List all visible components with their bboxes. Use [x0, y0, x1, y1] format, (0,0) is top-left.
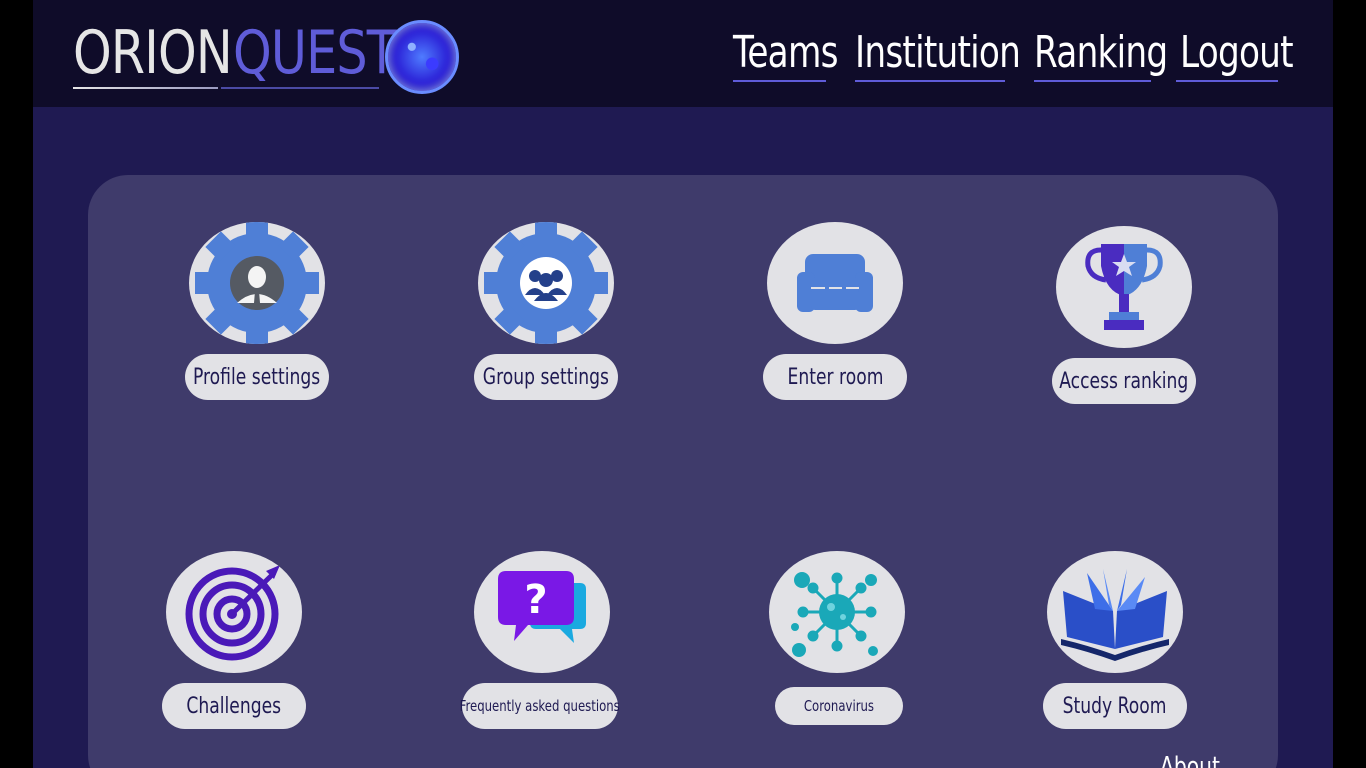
chat-question-icon[interactable]: ? — [474, 551, 610, 673]
access-ranking-button[interactable]: Access ranking — [1052, 358, 1196, 404]
trophy-icon[interactable] — [1056, 226, 1192, 348]
nav-underline — [1034, 80, 1151, 82]
dashboard-panel: Profile settings Group settings Enter ro… — [88, 175, 1278, 768]
brand-underline — [73, 87, 218, 89]
study-room-button[interactable]: Study Room — [1043, 683, 1187, 729]
tile-label: Access ranking — [1059, 368, 1189, 394]
challenges-button[interactable]: Challenges — [162, 683, 306, 729]
nav-link-logout[interactable]: Logout — [1180, 26, 1294, 80]
planet-orb-icon — [385, 20, 459, 94]
profile-gear-icon[interactable] — [189, 222, 325, 344]
sofa-icon[interactable] — [767, 222, 903, 344]
group-gear-icon[interactable] — [478, 222, 614, 344]
brand-word-orion: ORION — [73, 18, 233, 88]
enter-room-button[interactable]: Enter room — [763, 354, 907, 400]
nav-underline — [1176, 80, 1278, 82]
coronavirus-button[interactable]: Coronavirus — [775, 687, 903, 725]
nav-underline — [855, 80, 1005, 82]
top-navbar: ORION QUEST Teams Institution Ranking Lo… — [33, 0, 1333, 107]
nav-link-ranking[interactable]: Ranking — [1034, 26, 1168, 80]
page: ORION QUEST Teams Institution Ranking Lo… — [33, 0, 1333, 768]
open-book-icon[interactable] — [1047, 551, 1183, 673]
tile-label: Study Room — [1063, 693, 1167, 719]
profile-settings-button[interactable]: Profile settings — [185, 354, 329, 400]
footer-about-link[interactable]: About — [1160, 752, 1220, 768]
virus-icon[interactable] — [769, 551, 905, 673]
nav-link-institution[interactable]: Institution — [855, 26, 1021, 80]
tile-label: Challenges — [186, 693, 282, 719]
tile-label: Coronavirus — [803, 697, 875, 715]
tile-label: Group settings — [482, 364, 610, 390]
group-settings-button[interactable]: Group settings — [474, 354, 618, 400]
svg-text:?: ? — [524, 577, 547, 623]
nav-underline — [733, 80, 826, 82]
nav-link-teams[interactable]: Teams — [733, 26, 838, 80]
brand-word-quest: QUEST — [233, 18, 397, 88]
tile-label: Profile settings — [193, 364, 321, 390]
brand-underline — [221, 87, 379, 89]
tile-label: Frequently asked questions — [459, 697, 621, 715]
tile-label: Enter room — [787, 364, 883, 390]
faq-button[interactable]: Frequently asked questions — [459, 683, 621, 729]
target-icon[interactable] — [166, 551, 302, 673]
